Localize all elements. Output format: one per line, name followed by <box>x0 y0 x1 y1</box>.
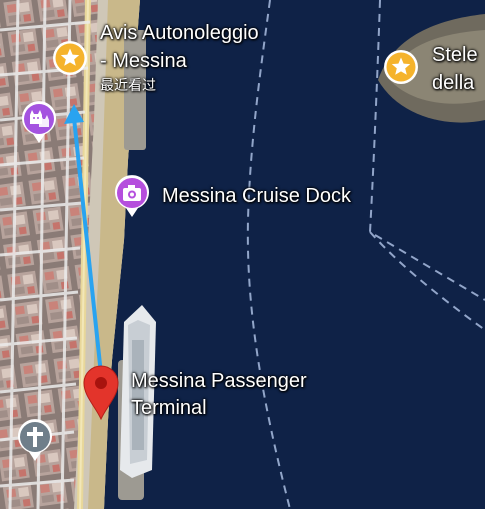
stele-label-line1[interactable]: Stele <box>432 43 478 67</box>
map-canvas[interactable]: Avis Autonoleggio - Messina 最近看过 Stele d… <box>0 0 485 509</box>
cruise-dock-label[interactable]: Messina Cruise Dock <box>162 184 351 208</box>
cross-icon[interactable] <box>16 418 54 462</box>
red-location-pin-icon[interactable] <box>81 364 121 420</box>
passenger-terminal-label-line2[interactable]: Terminal <box>131 396 207 420</box>
stele-label-line2[interactable]: della <box>432 71 474 95</box>
star-icon[interactable] <box>52 40 88 76</box>
avis-label-line2[interactable]: - Messina <box>100 49 187 73</box>
avis-label-line1[interactable]: Avis Autonoleggio <box>100 21 259 45</box>
cat-icon[interactable] <box>20 100 58 144</box>
avis-recently-viewed: 最近看过 <box>100 77 156 93</box>
passenger-terminal-label-line1[interactable]: Messina Passenger <box>131 369 307 393</box>
camera-icon[interactable] <box>113 174 151 218</box>
star-icon[interactable] <box>383 49 419 85</box>
